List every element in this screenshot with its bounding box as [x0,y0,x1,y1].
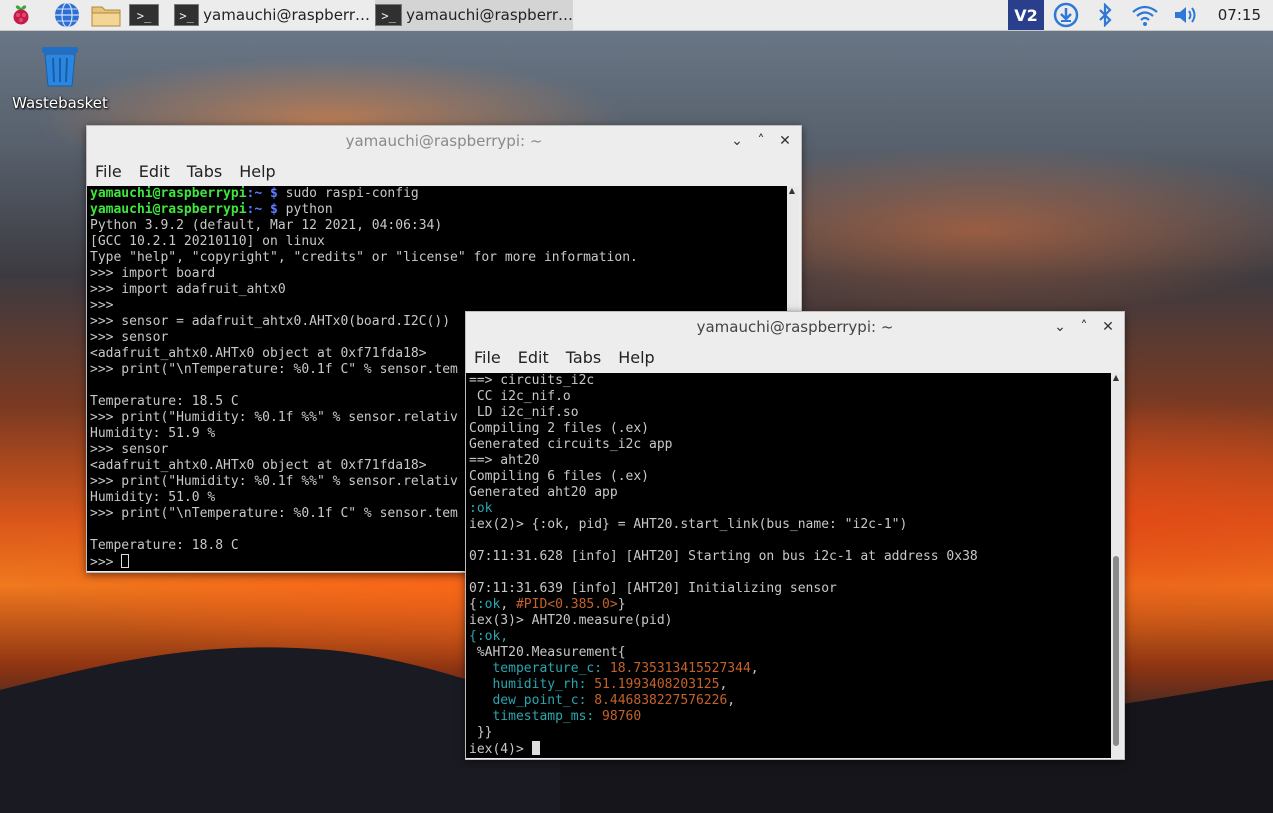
window-title: yamauchi@raspberrypi: ~ [696,318,894,336]
text-cursor [531,741,540,755]
window-titlebar[interactable]: yamauchi@raspberrypi: ~ ⌄ ˄ ✕ [87,126,801,156]
menu-tabs[interactable]: Tabs [566,348,601,367]
scroll-up-arrow-icon[interactable]: ▲ [787,186,797,196]
terminal-line: yamauchi@raspberrypi:~ $ sudo raspi-conf… [90,186,419,201]
menu-bar: File Edit Tabs Help [87,156,801,186]
menu-edit[interactable]: Edit [518,348,549,367]
terminal-line: temperature_c: 18.735313415527344, [469,661,759,676]
terminal-line: Generated aht20 app [469,485,618,500]
wastebasket-label: Wastebasket [12,94,108,112]
terminal-line: %AHT20.Measurement{ [469,645,626,660]
terminal-line: Compiling 6 files (.ex) [469,469,650,484]
terminal-line: dew_point_c: 8.446838227576226, [469,693,736,708]
terminal-icon: >_ [174,4,200,26]
terminal-line: iex(2)> {:ok, pid} = AHT20.start_link(bu… [469,517,908,532]
menu-tabs[interactable]: Tabs [187,162,222,181]
maximize-button[interactable]: ˄ [1072,312,1096,342]
wastebasket-desktop-icon[interactable]: Wastebasket [10,44,110,112]
menu-file[interactable]: File [474,348,501,367]
terminal-line: Python 3.9.2 (default, Mar 12 2021, 04:0… [90,218,443,233]
menu-edit[interactable]: Edit [139,162,170,181]
text-cursor [121,554,130,568]
terminal-line: ==> aht20 [469,453,540,468]
terminal-line: >>> import adafruit_ahtx0 [90,282,286,297]
terminal-line: humidity_rh: 51.1993408203125, [469,677,728,692]
terminal-line: :ok [469,501,493,516]
terminal-line: {:ok, #PID<0.385.0>} [469,597,626,612]
download-update-icon[interactable] [1050,1,1082,29]
trash-icon [42,47,78,87]
terminal-icon[interactable]: >_ [128,1,164,29]
maximize-button[interactable]: ˄ [749,126,773,156]
menu-help[interactable]: Help [239,162,275,181]
terminal-line: Generated circuits_i2c app [469,437,673,452]
terminal-line: {:ok, [469,629,509,644]
terminal-line: timestamp_ms: 98760 [469,709,642,724]
taskbar-window-2[interactable]: >_ yamauchi@raspberr… [375,0,573,30]
bluetooth-icon[interactable] [1092,1,1118,29]
window-title: yamauchi@raspberrypi: ~ [345,132,543,150]
terminal-output[interactable]: ==> circuits_i2c CC i2c_nif.o LD i2c_nif… [466,373,1111,758]
taskbar-window-2-label: yamauchi@raspberr… [406,6,573,24]
window-titlebar[interactable]: yamauchi@raspberrypi: ~ ⌄ ˄ ✕ [466,312,1124,342]
terminal-line: ==> circuits_i2c [469,373,595,388]
volume-icon[interactable] [1170,1,1202,29]
raspberry-menu-icon[interactable] [4,1,38,29]
taskbar-window-1[interactable]: >_ yamauchi@raspberr… [174,0,370,30]
scrollbar[interactable]: ▲ [1111,373,1123,758]
terminal-window-iex[interactable]: yamauchi@raspberrypi: ~ ⌄ ˄ ✕ File Edit … [465,311,1125,760]
terminal-line: 07:11:31.628 [info] [AHT20] Starting on … [469,549,978,564]
terminal-prompt-line: iex(4)> [469,741,1108,757]
menu-help[interactable]: Help [618,348,654,367]
wifi-icon[interactable] [1128,1,1162,29]
terminal-icon: >_ [375,4,403,26]
close-button[interactable]: ✕ [1096,312,1120,342]
terminal-line: [GCC 10.2.1 20210110] on linux [90,234,325,249]
terminal-line: iex(3)> AHT20.measure(pid) [469,613,673,628]
terminal-line: 07:11:31.639 [info] [AHT20] Initializing… [469,581,837,596]
close-button[interactable]: ✕ [773,126,797,156]
taskbar-window-1-label: yamauchi@raspberr… [203,6,370,24]
terminal-line: Type "help", "copyright", "credits" or "… [90,250,638,265]
minimize-button[interactable]: ⌄ [1048,312,1072,342]
terminal-line: yamauchi@raspberrypi:~ $ python [90,202,333,217]
menu-bar: File Edit Tabs Help [466,342,1124,372]
terminal-line: CC i2c_nif.o [469,389,571,404]
terminal-line: LD i2c_nif.so [469,405,579,420]
scrollbar-thumb[interactable] [1113,556,1119,746]
globe-browser-icon[interactable] [50,1,84,29]
minimize-button[interactable]: ⌄ [725,126,749,156]
terminal-line: }} [469,725,493,740]
terminal-line: Compiling 2 files (.ex) [469,421,650,436]
clock[interactable]: 07:15 [1218,0,1261,30]
folder-icon[interactable] [88,1,124,29]
menu-file[interactable]: File [95,162,122,181]
terminal-line: >>> import board [90,266,216,281]
vnc-icon[interactable]: V2 [1008,0,1044,30]
top-panel: >_ >_ yamauchi@raspberr… >_ yamauchi@ras… [0,0,1273,31]
scroll-up-arrow-icon[interactable]: ▲ [1111,373,1121,383]
